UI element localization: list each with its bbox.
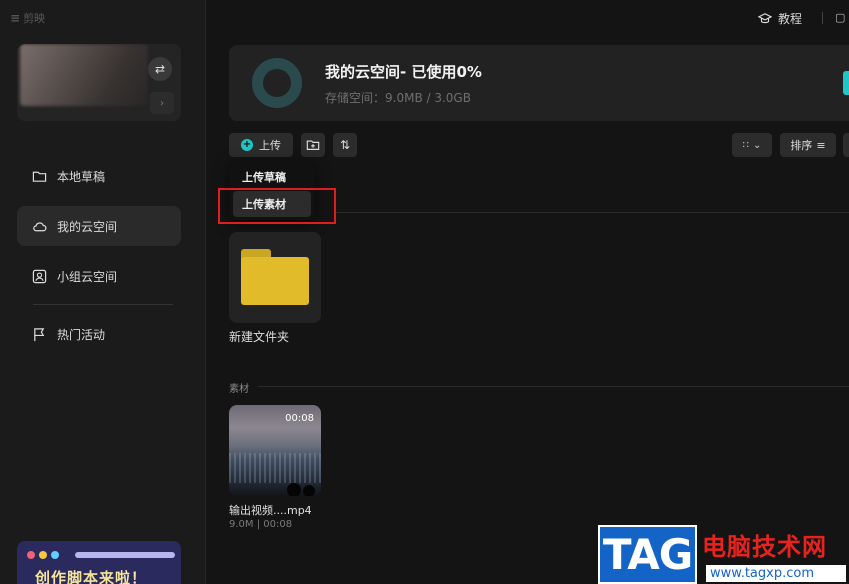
storage-usage-ring [252,58,302,108]
watermark: TAG 电脑技术网 www.tagxp.com [598,525,849,584]
new-folder-icon [306,140,320,150]
thumbnail-lights [229,453,321,483]
storage-title: 我的云空间- 已使用0% [325,63,482,81]
sidebar-item-hot-events[interactable]: 热门活动 [17,314,181,354]
graduation-cap-icon [758,12,772,23]
video-duration: 00:08 [285,413,314,424]
storage-subtitle: 存储空间：9.0MB / 3.0GB [325,91,471,105]
grid-view-icon: ∷ [742,139,749,151]
sidebar-item-label: 我的云空间 [57,219,118,234]
more-button[interactable] [843,133,849,157]
capcut-logo-icon: ≡ [10,11,20,25]
tutorial-link[interactable]: 教程 [758,10,802,27]
folder-name[interactable]: 新建文件夹 [229,328,289,345]
folder-icon-front [241,257,309,305]
thumbnail-silhouette [303,485,315,496]
brand-name: 剪映 [23,12,46,25]
folder-card[interactable] [229,232,321,323]
swap-account-button[interactable]: ⇄ [148,57,172,81]
watermark-site-name: 电脑技术网 [702,533,827,561]
thumbnail-silhouette [287,483,301,496]
video-thumbnail[interactable]: 00:08 [229,405,321,496]
watermark-logo: TAG [598,525,697,584]
storage-card: 我的云空间- 已使用0% 存储空间：9.0MB / 3.0GB [229,45,849,121]
upload-button[interactable]: + 上传 [229,133,293,157]
topbar-divider [822,12,823,24]
sidebar-divider [33,304,173,305]
swap-icon: ⇄ [154,62,166,76]
sidebar-item-label: 本地草稿 [57,169,106,184]
sidebar-item-label: 小组云空间 [57,269,118,284]
transfer-button[interactable]: ⇅ [333,133,357,157]
sidebar-item-label: 热门活动 [57,327,106,342]
promo-bar [75,552,175,558]
view-mode-button[interactable]: ∷ ⌄ [732,133,772,157]
section-divider [336,212,849,213]
avatar [20,44,148,106]
menu-item-upload-draft[interactable]: 上传草稿 [233,164,311,190]
chevron-down-icon: ⌄ [752,139,762,151]
sort-button[interactable]: 排序 ≡ [780,133,836,157]
annotation-highlight-box [218,188,336,224]
sort-arrows-icon: ⇅ [339,138,351,152]
video-meta: 9.0M | 00:08 [229,519,293,530]
profile-expand-button[interactable]: › [150,92,174,114]
upload-label: 上传 [259,139,281,152]
video-name[interactable]: 输出视频....mp4 [229,502,312,518]
folder-icon [32,171,47,182]
promo-banner[interactable]: 创作脚本来啦！ [17,541,181,584]
promo-text: 创作脚本来啦！ [35,569,148,584]
cloud-icon [33,221,47,231]
plus-icon: + [241,139,253,151]
section-divider [258,386,849,387]
sidebar: ≡ 剪映 ⇄ › 本地草稿 我的云空间 小组云空间 热门活动 创作脚本来啦！ [0,0,206,584]
tutorial-label: 教程 [778,12,803,26]
flag-icon [34,327,45,341]
sidebar-item-group-cloud[interactable]: 小组云空间 [17,256,181,296]
sort-label: 排序 [790,139,813,152]
message-icon[interactable]: ▢ [835,11,849,25]
group-cloud-icon [32,269,47,283]
sort-lines-icon: ≡ [816,138,826,152]
window-dots [27,551,59,559]
chevron-right-icon: › [160,97,164,109]
new-folder-button[interactable] [301,133,325,157]
sidebar-item-local-drafts[interactable]: 本地草稿 [17,156,181,196]
upgrade-button[interactable] [843,71,849,95]
sidebar-item-my-cloud[interactable]: 我的云空间 [17,206,181,246]
app-brand: ≡ 剪映 [10,10,45,26]
materials-section-title: 素材 [229,384,249,395]
watermark-url: www.tagxp.com [706,565,846,582]
